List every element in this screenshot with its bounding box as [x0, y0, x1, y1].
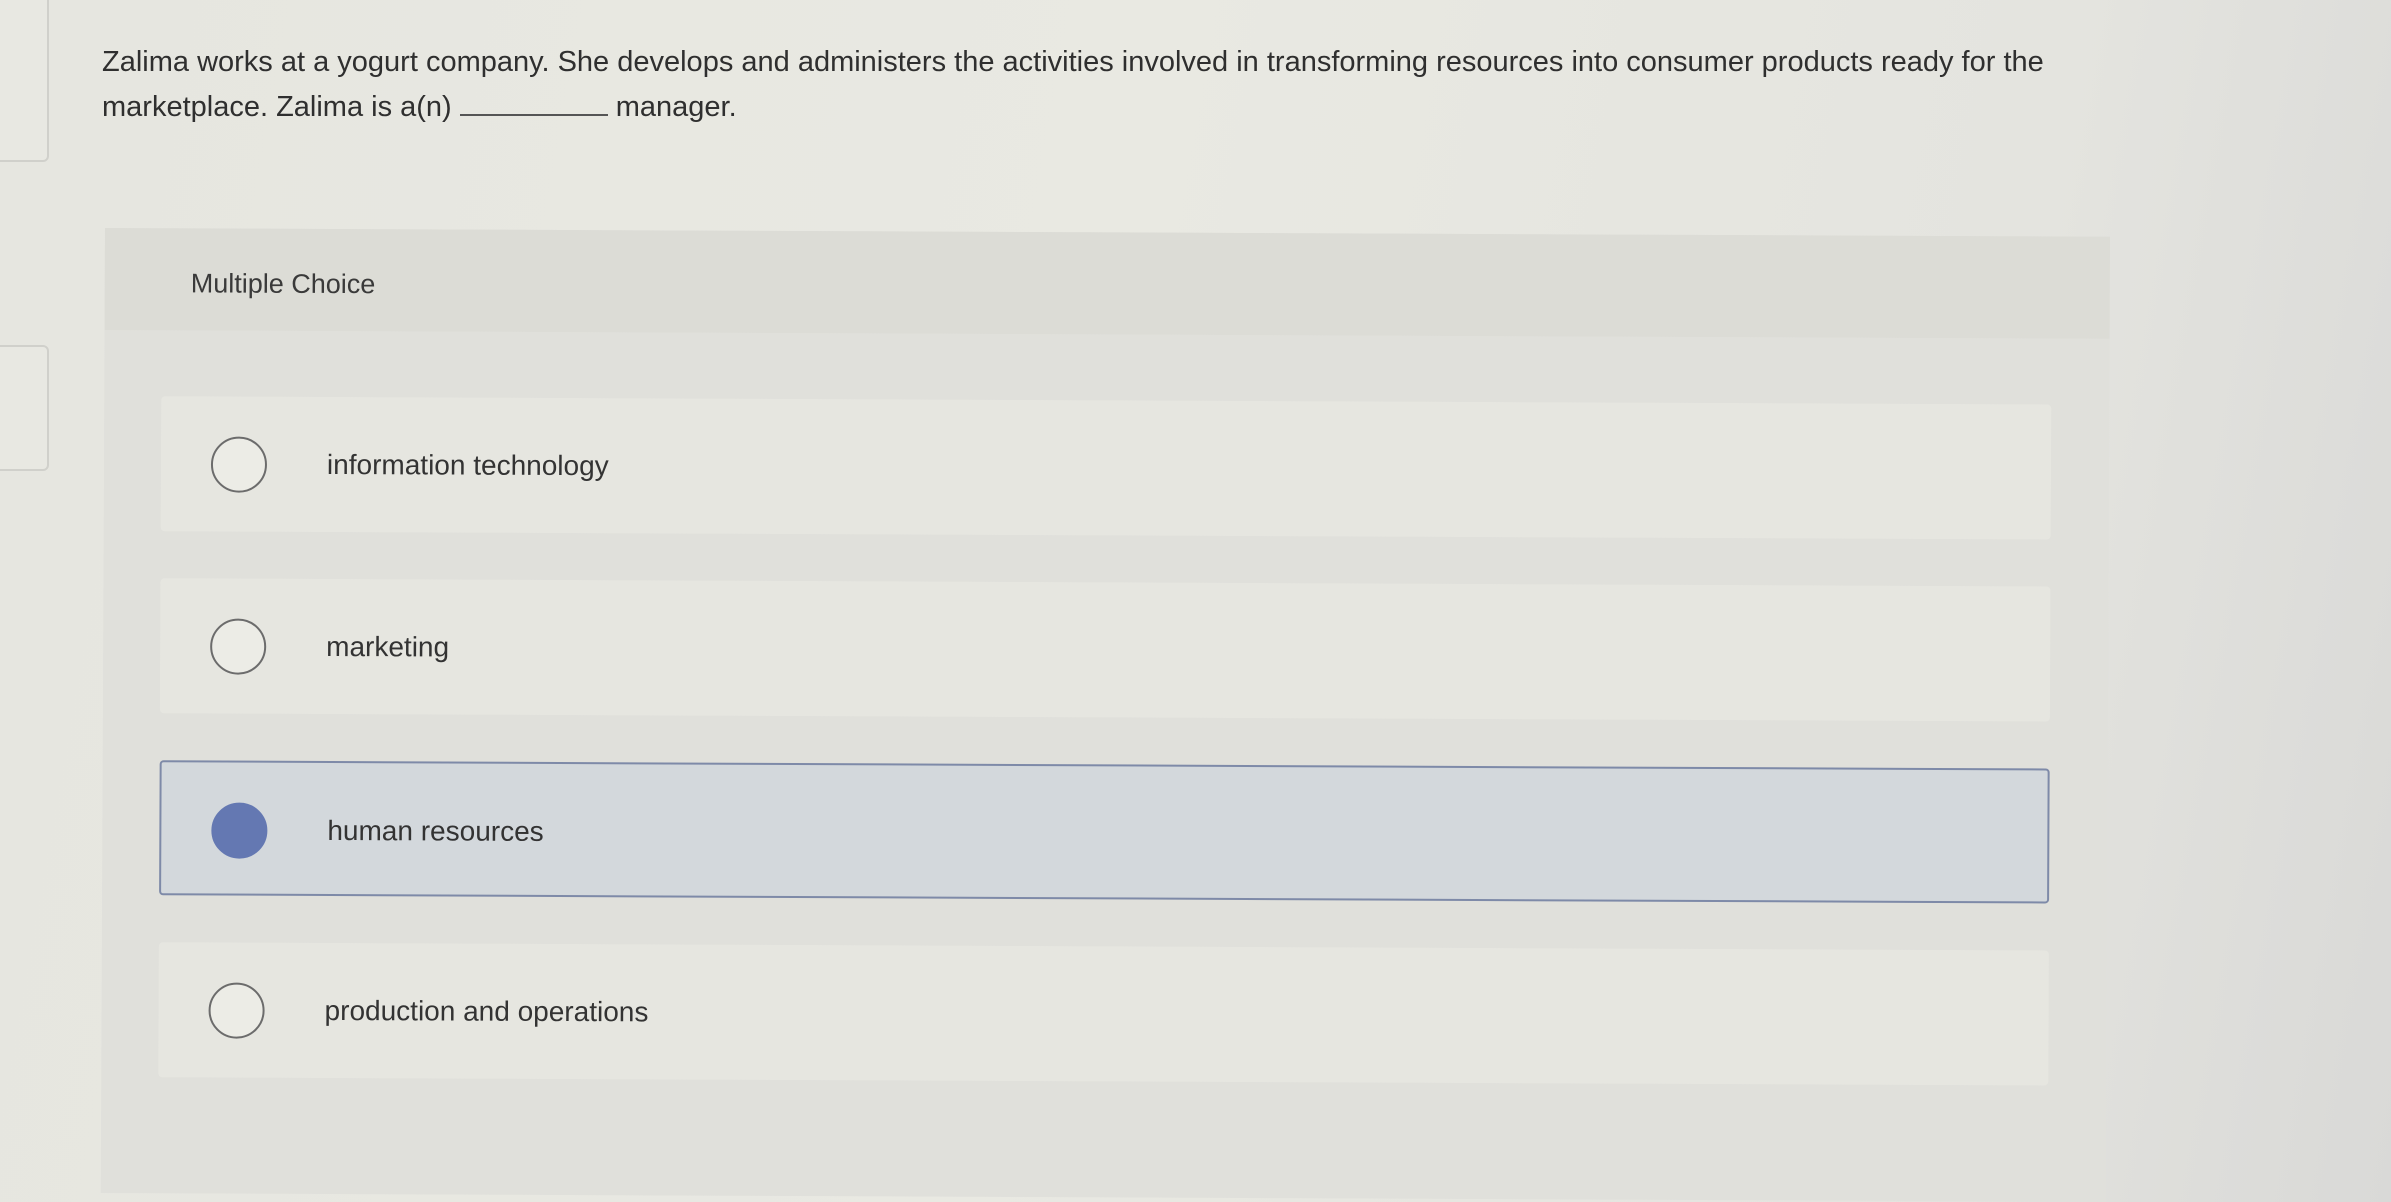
question-text: Zalima works at a yogurt company. She de… [102, 46, 2044, 123]
choice-option-human-resources[interactable]: human resources [159, 760, 2050, 904]
choice-label: production and operations [324, 994, 649, 1028]
radio-button-selected[interactable] [211, 802, 268, 859]
choice-label: human resources [327, 814, 544, 847]
left-edge-tab [0, 0, 49, 162]
multiple-choice-header: Multiple Choice [104, 228, 2110, 339]
answer-blank [459, 114, 608, 116]
choice-label: marketing [326, 630, 450, 663]
choice-option-production-and-operations[interactable]: production and operations [158, 942, 2049, 1086]
left-edge-tab [0, 345, 49, 471]
multiple-choice-title: Multiple Choice [190, 268, 376, 300]
choice-option-marketing[interactable]: marketing [159, 578, 2051, 722]
radio-button[interactable] [210, 618, 267, 675]
choice-label: information technology [326, 448, 609, 482]
radio-button[interactable] [208, 982, 265, 1039]
radio-button[interactable] [210, 436, 268, 493]
multiple-choice-panel: Multiple Choice information technology m… [100, 228, 2110, 1202]
question-text-end: manager. [615, 91, 737, 123]
question-prompt: Zalima works at a yogurt company. She de… [102, 40, 2102, 130]
choice-option-information-technology[interactable]: information technology [160, 396, 2052, 540]
